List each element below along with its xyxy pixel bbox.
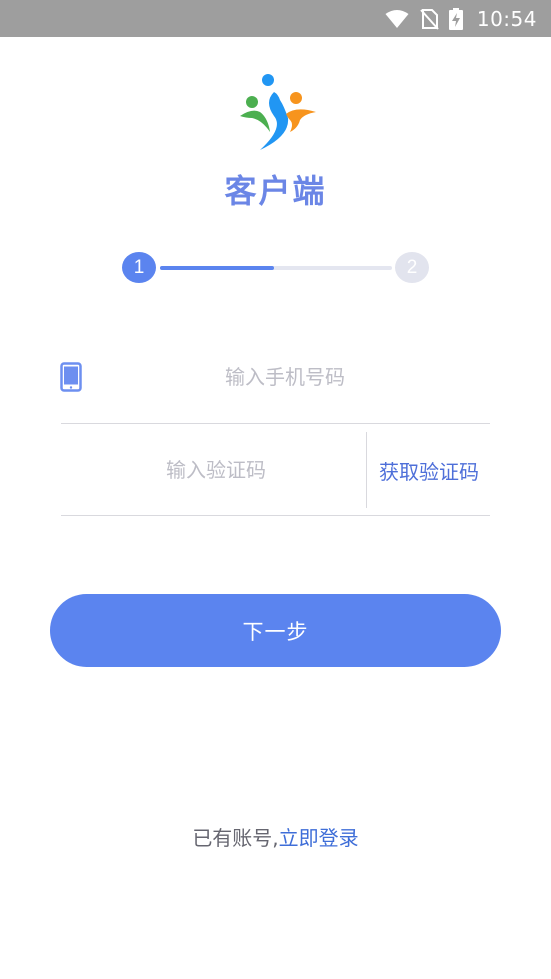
- code-divider: [61, 515, 490, 516]
- register-screen: 10:54 客户端 1 2 获取验证码 下一步 已有账号,立即登录: [0, 0, 551, 979]
- login-link[interactable]: 立即登录: [279, 826, 359, 850]
- status-bar: 10:54: [0, 0, 551, 37]
- verification-code-input[interactable]: [66, 448, 366, 492]
- battery-charging-icon: [448, 7, 463, 30]
- login-row: 已有账号,立即登录: [0, 822, 551, 851]
- has-account-label: 已有账号,: [192, 826, 279, 850]
- get-code-button[interactable]: 获取验证码: [372, 448, 486, 492]
- step-progress-fill: [160, 266, 274, 270]
- phone-number-input[interactable]: [100, 355, 470, 399]
- code-vertical-divider: [366, 432, 367, 508]
- wifi-icon: [385, 9, 409, 29]
- phone-divider: [61, 423, 490, 424]
- step-2-indicator: 2: [395, 252, 429, 283]
- status-time: 10:54: [476, 6, 537, 31]
- next-step-button[interactable]: 下一步: [50, 594, 501, 667]
- no-sim-icon: [419, 8, 439, 30]
- step-1-indicator: 1: [122, 252, 156, 283]
- app-title: 客户端: [224, 172, 327, 210]
- runners-logo-icon: [240, 74, 316, 150]
- phone-icon: [60, 362, 82, 392]
